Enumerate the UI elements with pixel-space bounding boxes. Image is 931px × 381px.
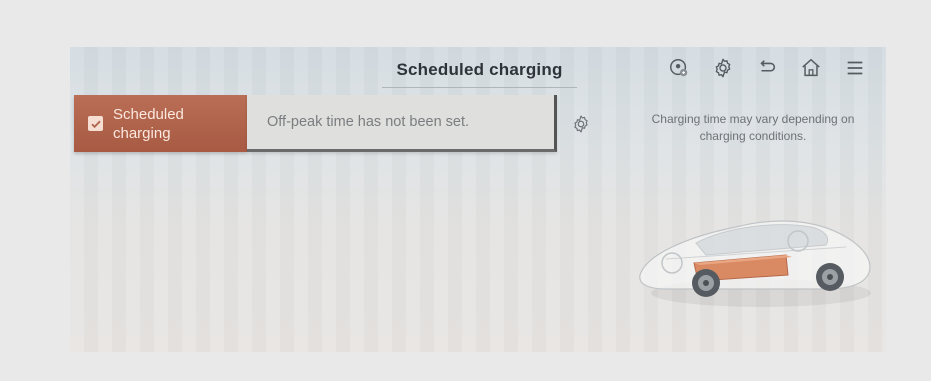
menu-icon bbox=[847, 61, 863, 75]
home-icon bbox=[802, 58, 820, 77]
note-line-1: Charging time may vary depending on bbox=[651, 112, 855, 126]
back-icon bbox=[760, 60, 776, 72]
off-peak-settings-button[interactable] bbox=[571, 114, 593, 136]
page-title: Scheduled charging bbox=[382, 60, 577, 88]
scheduled-charging-label: Scheduled charging bbox=[113, 105, 184, 143]
location-icon bbox=[670, 59, 688, 77]
label-line-1: Scheduled bbox=[113, 105, 184, 123]
top-toolbar bbox=[662, 53, 872, 83]
location-button[interactable] bbox=[662, 53, 696, 83]
scheduled-charging-row: Scheduled charging Off-peak time has not… bbox=[74, 95, 557, 152]
off-peak-status-text: Off-peak time has not been set. bbox=[267, 114, 470, 130]
menu-button[interactable] bbox=[838, 53, 872, 83]
checkbox[interactable] bbox=[88, 116, 103, 131]
back-button[interactable] bbox=[750, 53, 784, 83]
off-peak-status-field[interactable]: Off-peak time has not been set. bbox=[247, 95, 557, 152]
settings-gear-icon bbox=[715, 58, 731, 78]
settings-button[interactable] bbox=[706, 53, 740, 83]
car-battery-illustration bbox=[639, 220, 871, 307]
charging-time-note: Charging time may vary depending on char… bbox=[630, 111, 876, 145]
home-button[interactable] bbox=[794, 53, 828, 83]
checkmark-icon bbox=[90, 120, 101, 128]
label-line-2: charging bbox=[113, 124, 171, 142]
charging-screen: Scheduled charging Scheduled charging Of… bbox=[70, 47, 886, 352]
scheduled-charging-toggle[interactable]: Scheduled charging bbox=[74, 95, 247, 152]
gear-icon bbox=[574, 115, 588, 133]
note-line-2: charging conditions. bbox=[699, 129, 807, 143]
